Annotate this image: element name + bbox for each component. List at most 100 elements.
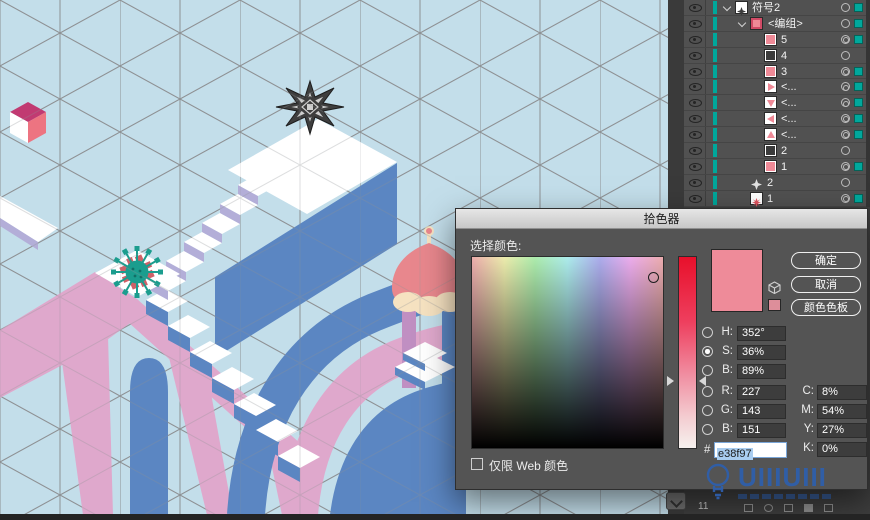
visibility-eye-icon[interactable] xyxy=(689,162,702,171)
layer-name[interactable]: 2 xyxy=(781,144,787,158)
chevron-down-icon[interactable] xyxy=(739,20,746,27)
collapse-chevron-button[interactable] xyxy=(666,492,686,510)
layer-row[interactable]: 4 xyxy=(684,47,870,64)
visibility-eye-icon[interactable] xyxy=(689,67,702,76)
visibility-eye-icon[interactable] xyxy=(689,99,702,108)
layer-row[interactable]: <... xyxy=(684,127,870,144)
layer-row[interactable]: 1 xyxy=(684,158,870,175)
input-y[interactable]: 27% xyxy=(817,423,867,438)
target-circle-icon[interactable] xyxy=(841,18,850,28)
selection-square-icon[interactable] xyxy=(854,161,863,171)
layer-row[interactable]: 2 xyxy=(684,174,870,191)
color-swatches-button[interactable]: 颜色色板 xyxy=(791,299,861,316)
target-circle-icon[interactable] xyxy=(841,3,850,12)
input-r[interactable]: 227 xyxy=(737,385,786,400)
web-safe-color-swatch[interactable] xyxy=(768,299,781,311)
screen-mode-icon[interactable] xyxy=(804,504,813,512)
cancel-button[interactable]: 取消 xyxy=(791,276,861,293)
layer-name[interactable]: <编组> xyxy=(768,17,803,31)
layer-name[interactable]: 5 xyxy=(781,33,787,47)
selection-square-icon[interactable] xyxy=(854,114,863,124)
visibility-eye-icon[interactable] xyxy=(689,35,702,44)
layer-row[interactable]: 3 xyxy=(684,63,870,80)
selection-square-icon[interactable] xyxy=(854,3,863,12)
trash-icon[interactable] xyxy=(824,504,833,512)
selection-square-icon[interactable] xyxy=(854,34,863,44)
ok-button[interactable]: 确定 xyxy=(791,252,861,269)
window-icon[interactable] xyxy=(784,504,793,512)
radio-g[interactable] xyxy=(702,405,713,416)
layer-name[interactable]: 符号2 xyxy=(752,1,780,15)
visibility-eye-icon[interactable] xyxy=(689,147,702,156)
layer-name[interactable]: 3 xyxy=(781,65,787,79)
layer-row[interactable]: <... xyxy=(684,95,870,112)
input-c[interactable]: 8% xyxy=(817,385,867,400)
layer-row[interactable]: 5 xyxy=(684,31,870,48)
layer-name[interactable]: 1 xyxy=(767,192,773,206)
target-circle-icon[interactable] xyxy=(841,98,850,108)
layer-name[interactable]: <... xyxy=(781,96,797,110)
radio-h[interactable] xyxy=(702,327,713,338)
out-of-web-gamut-cube-icon[interactable] xyxy=(768,281,781,299)
radio-r[interactable] xyxy=(702,386,713,397)
selection-square-icon[interactable] xyxy=(854,193,863,203)
color-field-marker[interactable] xyxy=(648,272,659,283)
layer-name[interactable]: <... xyxy=(781,112,797,126)
resize-icon[interactable] xyxy=(744,504,753,512)
layer-name[interactable]: 2 xyxy=(767,176,773,190)
input-b[interactable]: 89% xyxy=(737,364,786,379)
hex-input[interactable]: e38f97 xyxy=(714,442,787,460)
target-circle-icon[interactable] xyxy=(841,50,850,60)
target-circle-icon[interactable] xyxy=(841,130,850,140)
radio-b2[interactable] xyxy=(702,424,713,435)
layer-row-symbol2[interactable]: 符号2 xyxy=(684,0,870,16)
spectrum-slider[interactable] xyxy=(678,256,697,449)
layer-row[interactable]: 1 xyxy=(684,190,870,207)
selection-square-icon[interactable] xyxy=(854,82,863,92)
input-b2[interactable]: 151 xyxy=(737,423,786,438)
visibility-eye-icon[interactable] xyxy=(689,19,702,28)
target-circle-icon[interactable] xyxy=(841,177,850,187)
radio-s[interactable] xyxy=(702,346,713,357)
input-m[interactable]: 54% xyxy=(817,404,867,419)
search-icon[interactable] xyxy=(764,504,773,512)
visibility-eye-icon[interactable] xyxy=(689,131,702,140)
visibility-eye-icon[interactable] xyxy=(689,51,702,60)
input-s[interactable]: 36% xyxy=(737,345,786,360)
selection-square-icon[interactable] xyxy=(854,98,863,108)
dialog-titlebar[interactable]: 拾色器 xyxy=(456,209,867,229)
selection-square-icon[interactable] xyxy=(854,130,863,140)
layer-name[interactable]: <... xyxy=(781,128,797,142)
layer-row[interactable]: <... xyxy=(684,111,870,128)
color-field[interactable] xyxy=(471,256,664,449)
target-circle-icon[interactable] xyxy=(841,114,850,124)
input-g[interactable]: 143 xyxy=(737,404,786,419)
target-circle-icon[interactable] xyxy=(841,193,850,203)
target-circle-icon[interactable] xyxy=(841,161,850,171)
visibility-eye-icon[interactable] xyxy=(689,178,702,187)
target-circle-icon[interactable] xyxy=(841,34,850,44)
visibility-eye-icon[interactable] xyxy=(689,115,702,124)
layer-name[interactable]: <... xyxy=(781,80,797,94)
selection-square-icon[interactable] xyxy=(854,66,863,76)
visibility-eye-icon[interactable] xyxy=(689,4,702,12)
layer-name[interactable]: 1 xyxy=(781,160,787,174)
input-k[interactable]: 0% xyxy=(817,442,867,457)
layers-scrollbar[interactable] xyxy=(866,0,870,207)
slider-arrow-left-icon[interactable] xyxy=(667,376,674,386)
target-circle-icon[interactable] xyxy=(841,146,850,156)
visibility-eye-icon[interactable] xyxy=(689,194,702,203)
slider-arrow-right-icon[interactable] xyxy=(699,376,706,386)
visibility-eye-icon[interactable] xyxy=(689,83,702,92)
layer-row[interactable]: 2 xyxy=(684,143,870,159)
layer-row[interactable]: <... xyxy=(684,79,870,96)
web-colors-checkbox[interactable] xyxy=(471,458,483,470)
chevron-down-icon[interactable] xyxy=(724,4,731,11)
selection-square-icon[interactable] xyxy=(854,18,863,28)
input-h[interactable]: 352° xyxy=(737,326,786,341)
layer-row-group[interactable]: <编组> xyxy=(684,15,870,32)
target-circle-icon[interactable] xyxy=(841,82,850,92)
target-circle-icon[interactable] xyxy=(841,66,850,76)
layer-name[interactable]: 4 xyxy=(781,49,787,63)
radio-b[interactable] xyxy=(702,365,713,376)
